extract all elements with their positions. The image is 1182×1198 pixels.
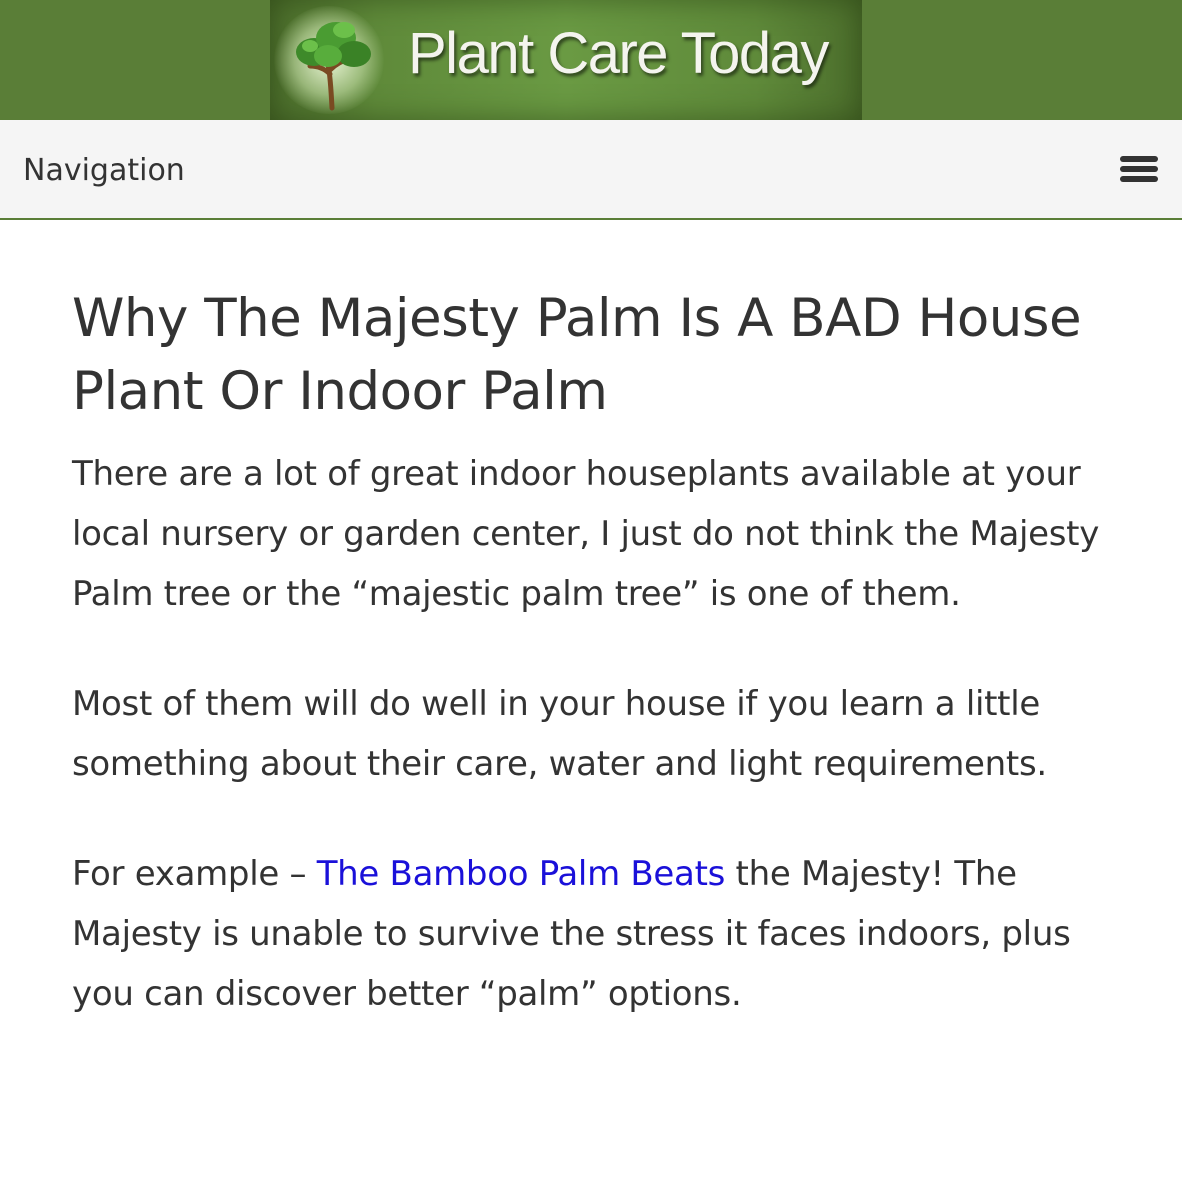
- bamboo-palm-link[interactable]: The Bamboo Palm Beats: [317, 854, 726, 894]
- hamburger-line: [1120, 176, 1158, 182]
- paragraph-text: For example –: [72, 854, 317, 894]
- site-logo[interactable]: Plant Care Today: [270, 0, 862, 120]
- article-paragraph: For example – The Bamboo Palm Beats the …: [72, 844, 1132, 1024]
- article-content: Why The Majesty Palm Is A BAD House Plan…: [0, 282, 1182, 1024]
- site-header: Plant Care Today: [0, 0, 1182, 120]
- hamburger-menu-icon[interactable]: [1120, 156, 1158, 184]
- hamburger-line: [1120, 166, 1158, 172]
- article-paragraph: Most of them will do well in your house …: [72, 684, 1047, 784]
- article-paragraph: There are a lot of great indoor housepla…: [72, 454, 1100, 614]
- tree-icon: [296, 22, 371, 111]
- navigation-label: Navigation: [23, 153, 185, 188]
- article-title: Why The Majesty Palm Is A BAD House Plan…: [72, 288, 1082, 422]
- site-name: Plant Care Today: [408, 21, 829, 86]
- navigation-bar: Navigation: [0, 120, 1182, 220]
- hamburger-line: [1120, 156, 1158, 162]
